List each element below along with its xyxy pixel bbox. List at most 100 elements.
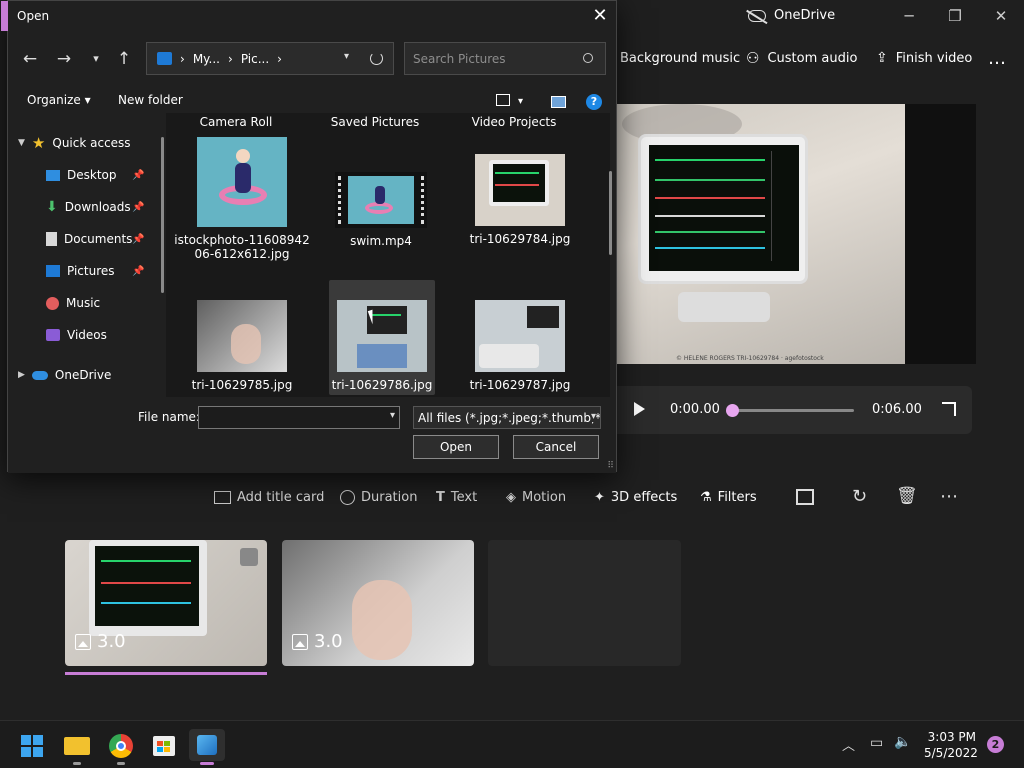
- more-icon: …: [988, 47, 1006, 69]
- more-edit-icon[interactable]: ⋯: [940, 486, 962, 508]
- help-icon[interactable]: ?: [586, 94, 602, 110]
- chevron-up-icon[interactable]: ︿: [842, 735, 855, 754]
- file-name-input[interactable]: ▾: [198, 406, 400, 429]
- custom-audio-button[interactable]: ⚇ Custom audio: [746, 44, 857, 72]
- cancel-button[interactable]: Cancel: [513, 435, 599, 459]
- search-input[interactable]: Search Pictures: [404, 42, 606, 75]
- notification-badge[interactable]: 2: [987, 736, 1004, 753]
- minimize-button[interactable]: ─: [886, 0, 932, 32]
- nav-item-documents[interactable]: Documents: [46, 228, 132, 250]
- file-explorer-icon[interactable]: [59, 729, 95, 765]
- file-type-select[interactable]: All files (*.jpg;*.jpeg;*.thumb;*.p ▾: [413, 406, 601, 429]
- crop-icon[interactable]: [796, 489, 814, 505]
- chevron-right-icon[interactable]: ▶: [18, 370, 25, 380]
- motion-button[interactable]: ◈ Motion: [506, 486, 566, 508]
- up-arrow-icon[interactable]: ↑: [112, 47, 136, 71]
- add-title-card-button[interactable]: Add title card: [214, 486, 324, 508]
- onedrive-offline-icon[interactable]: [748, 10, 766, 22]
- seek-knob[interactable]: [726, 404, 739, 417]
- nav-item-label: Desktop: [67, 168, 117, 182]
- nav-quick-access[interactable]: ▼ ★ Quick access: [18, 132, 131, 154]
- storyboard-clip[interactable]: 3.0: [65, 540, 267, 666]
- pin-icon[interactable]: 📌: [132, 170, 144, 181]
- recent-locations-chevron-icon[interactable]: ▾: [84, 47, 108, 71]
- seek-bar[interactable]: [732, 409, 854, 412]
- clip-duration: 3.0: [292, 631, 343, 652]
- taskbar: ︿ ▭ 🔈 3:03 PM 5/5/2022: [0, 720, 1024, 768]
- file-item[interactable]: tri-10629787.jpg: [451, 283, 589, 392]
- fullscreen-icon[interactable]: [942, 402, 956, 416]
- delete-icon[interactable]: 🗑: [896, 486, 918, 508]
- nav-item-pictures[interactable]: Pictures: [46, 260, 115, 282]
- file-item[interactable]: tri-10629785.jpg: [173, 283, 311, 392]
- open-button[interactable]: Open: [413, 435, 499, 459]
- pin-icon[interactable]: 📌: [132, 234, 144, 245]
- file-item[interactable]: swim.mp4: [312, 137, 450, 248]
- file-type-chevron-icon[interactable]: ▾: [590, 411, 596, 422]
- nav-item-label: Videos: [67, 328, 107, 342]
- background-music-button[interactable]: Background music: [620, 44, 740, 72]
- file-list-scrollbar[interactable]: [609, 171, 612, 255]
- breadcrumb-separator: ›: [277, 51, 282, 66]
- chevron-down-icon[interactable]: ▼: [18, 138, 25, 148]
- nav-onedrive[interactable]: ▶ OneDrive: [18, 364, 111, 386]
- selected-clip-indicator: [65, 672, 267, 675]
- refresh-icon[interactable]: [370, 52, 383, 65]
- play-icon[interactable]: [634, 402, 645, 416]
- finish-video-button[interactable]: ⇪ Finish video: [876, 44, 972, 72]
- nav-item-music[interactable]: Music: [46, 292, 100, 314]
- photos-app-icon[interactable]: [189, 729, 225, 765]
- resize-grip-icon[interactable]: ⠿: [607, 461, 614, 471]
- breadcrumb-item[interactable]: My...: [193, 52, 220, 66]
- text-button[interactable]: T Text: [436, 486, 477, 508]
- filters-button[interactable]: ⚗ Filters: [700, 486, 757, 508]
- filters-label: Filters: [717, 489, 757, 505]
- playback-controls: 0:00.00 0:06.00: [616, 386, 972, 434]
- nav-pane-scrollbar[interactable]: [161, 137, 164, 293]
- file-item-selected[interactable]: tri-10629786.jpg: [329, 280, 435, 395]
- back-arrow-icon[interactable]: ←: [18, 47, 42, 71]
- folder-item[interactable]: Camera Roll: [166, 115, 306, 129]
- chrome-icon[interactable]: [103, 729, 139, 765]
- file-name-chevron-icon[interactable]: ▾: [390, 410, 395, 421]
- address-dropdown-chevron-icon[interactable]: ▾: [344, 51, 349, 62]
- storyboard-clip[interactable]: 3.0: [282, 540, 474, 666]
- start-button[interactable]: [14, 729, 50, 761]
- pin-icon[interactable]: 📌: [132, 266, 144, 277]
- file-name: tri-10629785.jpg: [191, 378, 293, 392]
- pin-icon[interactable]: 📌: [132, 202, 144, 213]
- organize-menu[interactable]: Organize ▾: [27, 93, 91, 107]
- file-item[interactable]: tri-10629784.jpg: [451, 137, 589, 246]
- nav-item-desktop[interactable]: Desktop: [46, 164, 117, 186]
- display-icon[interactable]: ▭: [870, 735, 883, 751]
- nav-item-videos[interactable]: Videos: [46, 324, 107, 346]
- clip-select-checkbox[interactable]: [240, 548, 258, 566]
- view-mode-chevron-icon[interactable]: ▾: [518, 96, 523, 107]
- dialog-close-button[interactable]: ✕: [584, 1, 616, 31]
- folder-item[interactable]: Video Projects: [444, 115, 584, 129]
- add-title-card-label: Add title card: [237, 489, 325, 505]
- close-window-button[interactable]: ✕: [978, 0, 1024, 32]
- filters-icon: ⚗: [700, 489, 712, 505]
- search-placeholder: Search Pictures: [413, 52, 506, 66]
- address-bar[interactable]: › My... › Pic... › ▾: [146, 42, 394, 75]
- nav-item-label: Downloads: [64, 200, 131, 214]
- more-options-button[interactable]: …: [988, 44, 1006, 72]
- forward-arrow-icon[interactable]: →: [52, 47, 76, 71]
- maximize-button[interactable]: ❐: [932, 0, 978, 32]
- file-item[interactable]: istockphoto-1160894206-612x612.jpg: [173, 137, 311, 261]
- file-name: tri-10629786.jpg: [331, 378, 433, 392]
- duration-button[interactable]: Duration: [340, 486, 417, 508]
- taskbar-clock[interactable]: 3:03 PM 5/5/2022: [924, 729, 978, 761]
- new-folder-button[interactable]: New folder: [118, 93, 183, 107]
- breadcrumb-item[interactable]: Pic...: [241, 52, 269, 66]
- rotate-icon[interactable]: ↻: [852, 486, 874, 508]
- store-icon[interactable]: [146, 729, 182, 761]
- folder-item[interactable]: Saved Pictures: [305, 115, 445, 129]
- nav-item-downloads[interactable]: ⬇ Downloads: [46, 196, 131, 218]
- 3d-effects-button[interactable]: ✦ 3D effects: [594, 486, 677, 508]
- storyboard-empty-slot[interactable]: [488, 540, 681, 666]
- preview-pane-icon[interactable]: [551, 96, 566, 108]
- volume-icon[interactable]: 🔈: [894, 734, 911, 750]
- view-mode-icon[interactable]: [496, 94, 510, 106]
